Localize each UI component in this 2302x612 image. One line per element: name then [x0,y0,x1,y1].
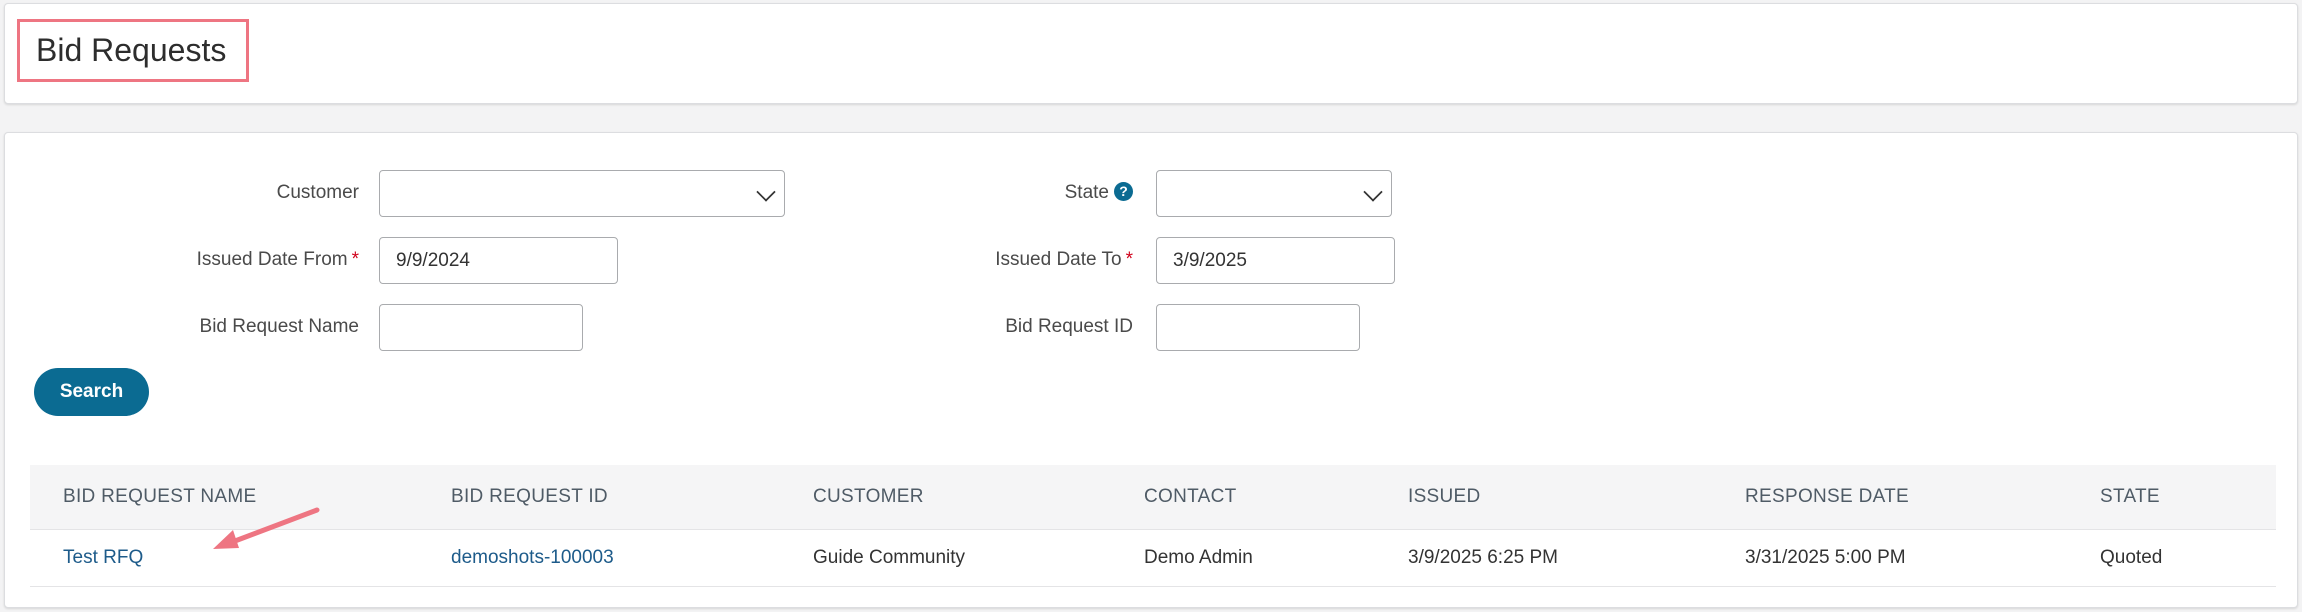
issued-cell: 3/9/2025 6:25 PM [1408,547,1558,568]
bid-requests-panel: Customer State? Issued Date From * 9/9/20… [4,132,2298,608]
page-header: Bid Requests [4,3,2298,104]
issued-to-field[interactable]: 3/9/2025 [1156,237,1395,284]
state-select[interactable] [1156,170,1392,217]
bid-request-name-field[interactable] [379,304,583,351]
table-header: BID REQUEST NAME BID REQUEST ID CUSTOMER… [30,465,2276,530]
issued-to-label: Issued Date To * [995,249,1133,270]
required-marker: * [1125,249,1133,270]
bid-request-id-field[interactable] [1156,304,1360,351]
bid-request-id-label: Bid Request ID [1005,316,1133,337]
bid-request-name-label: Bid Request Name [199,316,359,337]
column-header[interactable]: CONTACT [1144,465,1237,529]
customer-label: Customer [276,182,359,203]
issued-from-field[interactable]: 9/9/2024 [379,237,618,284]
bid-requests-table: BID REQUEST NAME BID REQUEST ID CUSTOMER… [30,465,2276,587]
customer-select[interactable] [379,170,785,217]
column-header[interactable]: ISSUED [1408,465,1481,529]
search-button[interactable]: Search [34,368,149,416]
response-date-cell: 3/31/2025 5:00 PM [1745,547,1906,568]
column-header[interactable]: BID REQUEST ID [451,465,608,529]
bid-request-id-link[interactable]: demoshots-100003 [451,530,614,586]
column-header[interactable]: RESPONSE DATE [1745,465,1909,529]
bid-request-name-link[interactable]: Test RFQ [63,530,143,586]
chevron-down-icon [1363,182,1383,202]
contact-cell: Demo Admin [1144,547,1253,568]
table-row[interactable]: Test RFQ demoshots-100003 Guide Communit… [30,530,2276,587]
page-title: Bid Requests [17,19,250,82]
issued-from-label: Issued Date From * [196,249,359,270]
required-marker: * [351,249,359,270]
column-header[interactable]: STATE [2100,465,2160,529]
chevron-down-icon [756,182,776,202]
annotation-arrow-icon [213,507,320,549]
column-header[interactable]: CUSTOMER [813,465,924,529]
help-icon[interactable]: ? [1114,182,1133,201]
state-cell: Quoted [2100,547,2163,568]
state-label: State? [905,182,1133,204]
customer-cell: Guide Community [813,547,966,568]
